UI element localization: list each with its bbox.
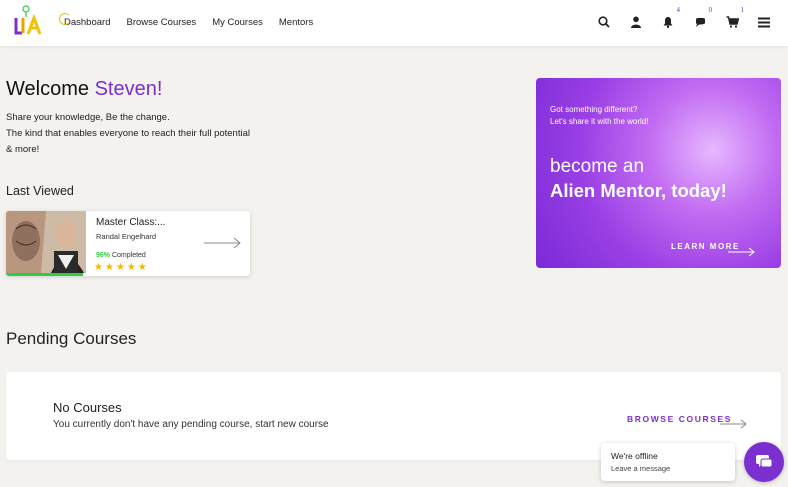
main-nav: Dashboard Browse Courses My Courses Ment… (58, 13, 329, 28)
chat-leave-message[interactable]: Leave a message (611, 464, 670, 473)
banner-headline-2: Alien Mentor, today! (550, 180, 727, 201)
user-icon (631, 16, 641, 28)
course-thumbnail (6, 211, 86, 273)
welcome-heading: Welcome Steven! (6, 78, 162, 101)
arrow-right-icon[interactable] (204, 237, 242, 249)
course-completion-label: Completed (111, 252, 146, 259)
cart-badge: 1 (740, 6, 745, 14)
star-icon: ★ (126, 262, 138, 273)
browse-courses-link[interactable]: BROWSE COURSES (627, 414, 732, 424)
empty-state-text: You currently don't have any pending cou… (53, 419, 329, 430)
bell-icon (663, 17, 673, 28)
welcome-intro-text: Share your knowledge, Be the change. The… (6, 112, 250, 155)
course-progress-bar (6, 273, 83, 276)
last-viewed-title: Last Viewed (6, 184, 74, 198)
nav-browse-courses[interactable]: Browse Courses (126, 17, 196, 28)
nav-my-courses[interactable]: My Courses (212, 17, 263, 28)
top-navbar: Dashboard Browse Courses My Courses Ment… (0, 0, 788, 46)
messages-button[interactable]: 0 (684, 6, 716, 32)
welcome-user-name: Steven! (94, 78, 163, 100)
star-icon: ★ (137, 262, 149, 273)
hamburger-icon (758, 17, 770, 27)
arrow-right-icon[interactable] (728, 247, 756, 257)
arrow-right-icon[interactable] (720, 419, 748, 429)
account-button[interactable] (620, 12, 652, 32)
ufa-logo[interactable] (12, 4, 46, 38)
menu-button[interactable] (748, 12, 780, 32)
welcome-greeting: Welcome (6, 78, 89, 100)
search-button[interactable] (588, 12, 620, 32)
star-icon: ★ (104, 262, 116, 273)
nav-mentors[interactable]: Mentors (279, 17, 313, 28)
welcome-intro: Share your knowledge, Be the change. The… (6, 110, 256, 158)
chat-launcher-button[interactable] (744, 442, 784, 482)
chat-status: We're offline (611, 451, 658, 461)
course-completion: 96% Completed (96, 252, 146, 259)
star-icon: ★ (94, 262, 105, 273)
course-author: Randal Engelhard (96, 232, 157, 241)
banner-headline-1: become an (550, 156, 645, 177)
nav-dashboard[interactable]: Dashboard (58, 13, 110, 28)
empty-state-title: No Courses (53, 400, 122, 415)
notifications-button[interactable]: 4 (652, 6, 684, 32)
header-icons: 4 0 1 (588, 6, 780, 32)
chat-icon (756, 455, 773, 468)
notifications-badge: 4 (676, 6, 681, 14)
banner-tagline-line-1: Got something different? (550, 105, 638, 114)
course-rating: ★★★★★ (94, 262, 149, 273)
messages-badge: 0 (708, 6, 713, 14)
star-icon: ★ (115, 262, 127, 273)
banner-tagline: Got something different? Let's share it … (550, 104, 648, 128)
mentor-promo-banner: Got something different? Let's share it … (536, 78, 781, 268)
chat-bubble-icon (695, 17, 705, 27)
cart-icon (726, 16, 739, 28)
last-viewed-course-card[interactable]: Master Class:... Randal Engelhard 96% Co… (6, 211, 250, 276)
cart-button[interactable]: 1 (716, 6, 748, 32)
search-icon (598, 16, 610, 28)
course-title: Master Class:... (96, 217, 166, 228)
banner-tagline-line-2: Let's share it with the world! (550, 117, 649, 126)
course-completion-percent: 96% (96, 252, 111, 259)
pending-courses-title: Pending Courses (6, 329, 137, 348)
chat-offline-bubble[interactable]: We're offline Leave a message (601, 443, 735, 481)
